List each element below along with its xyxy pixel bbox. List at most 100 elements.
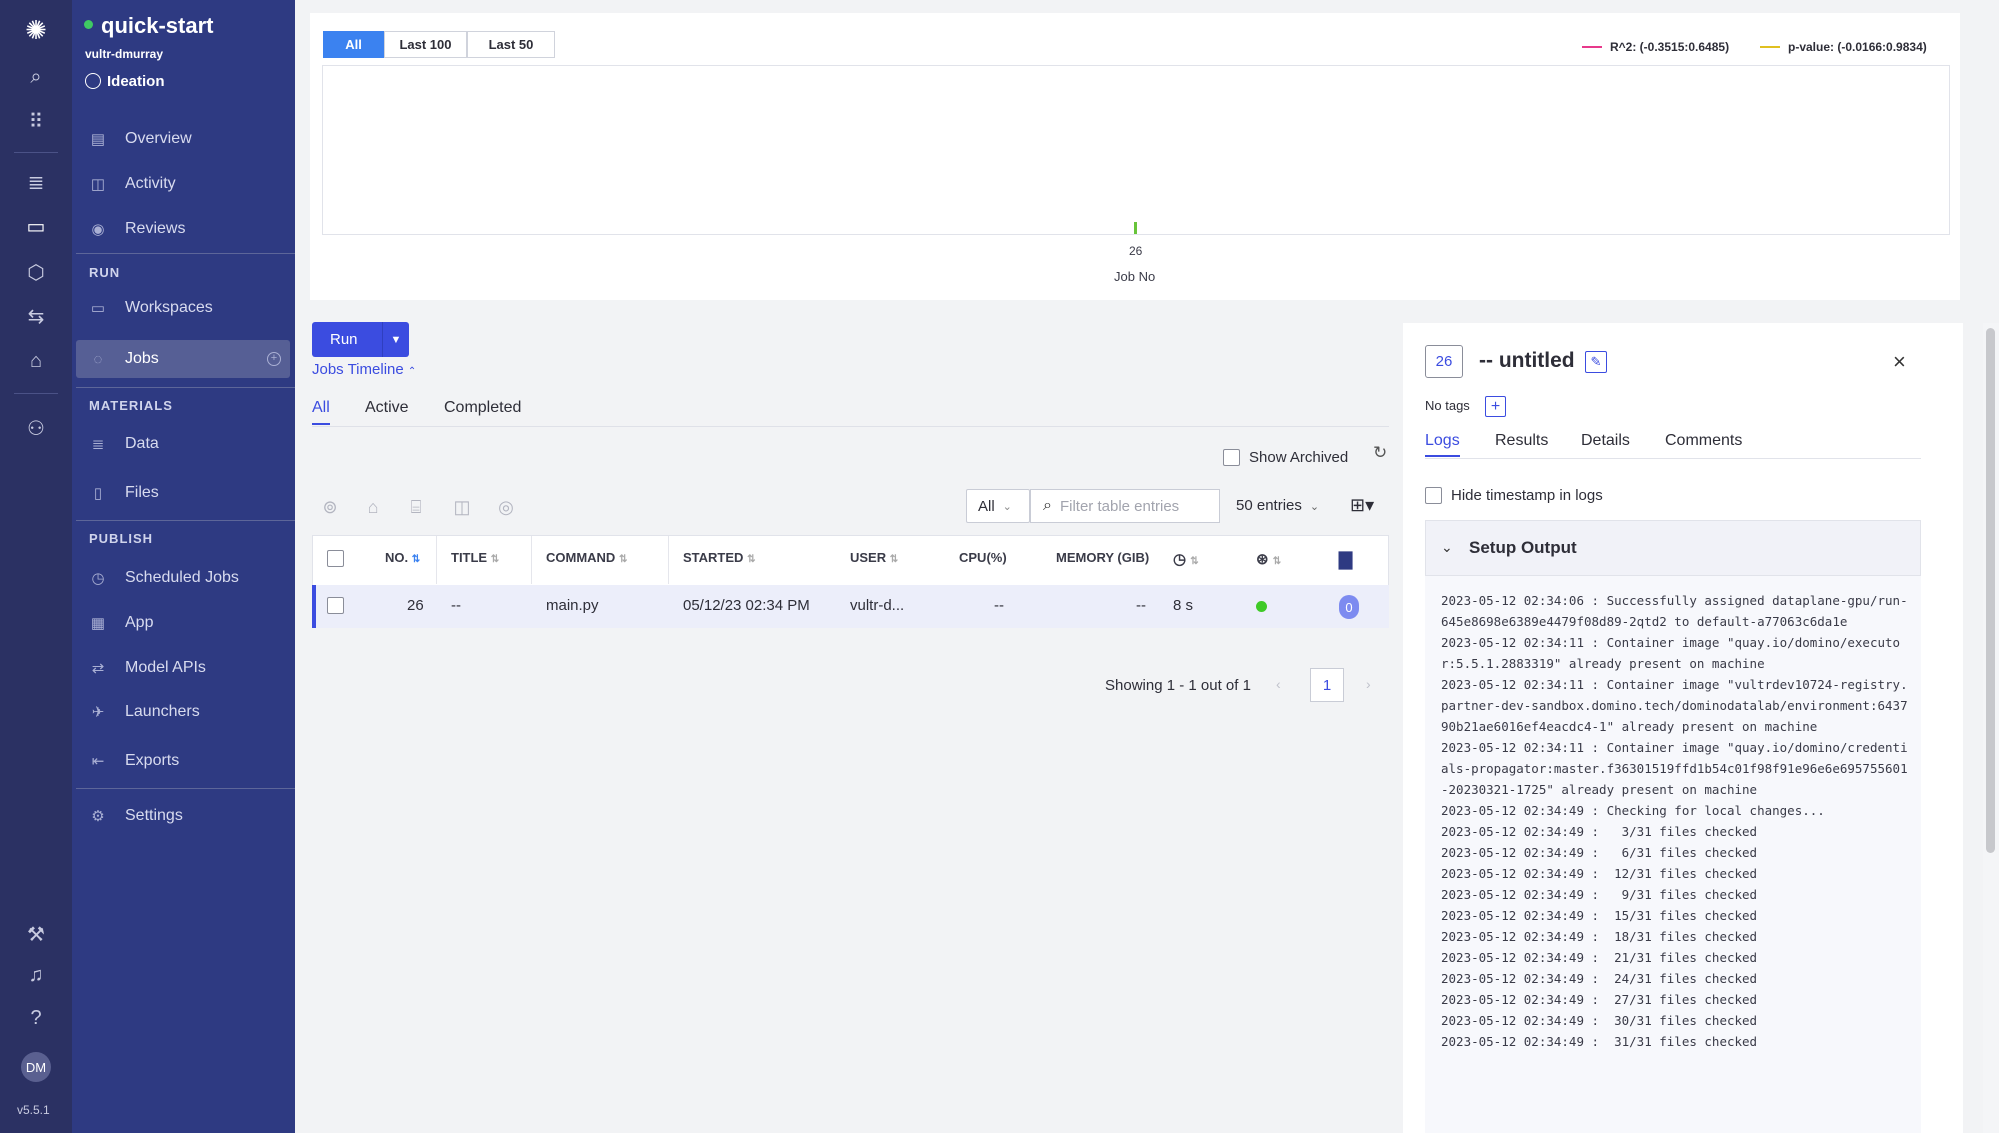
- chevron-down-icon[interactable]: ▼: [383, 334, 409, 346]
- cell-memory: --: [1136, 597, 1146, 614]
- wrench-icon[interactable]: ⚒: [22, 920, 50, 948]
- no-tags-label: No tags: [1425, 398, 1470, 413]
- tab-all[interactable]: All: [312, 399, 330, 417]
- publish-icon[interactable]: ◎: [493, 494, 519, 520]
- range-last-50-button[interactable]: Last 50: [467, 31, 555, 58]
- show-archived-checkbox[interactable]: [1223, 449, 1240, 466]
- comments-count-badge[interactable]: 0: [1339, 595, 1359, 619]
- nav-model-apis[interactable]: ⇄ Model APIs: [72, 648, 295, 688]
- legend-swatch: [1760, 46, 1780, 48]
- cell-command: main.py: [546, 597, 599, 614]
- hide-timestamp-label: Hide timestamp in logs: [1451, 487, 1603, 504]
- cell-no[interactable]: 26: [407, 597, 424, 614]
- chevron-down-icon: ⌄: [1309, 501, 1320, 513]
- cell-title: --: [451, 597, 461, 614]
- column-user[interactable]: USER ⇅: [850, 550, 898, 565]
- tab-logs[interactable]: Logs: [1425, 432, 1460, 450]
- bar-job-26[interactable]: [1134, 222, 1137, 234]
- nav-exports[interactable]: ⇤ Exports: [72, 741, 295, 781]
- x-axis-label: Job No: [1114, 269, 1156, 284]
- column-title[interactable]: TITLE ⇅: [451, 550, 499, 565]
- column-memory[interactable]: MEMORY (GIB): [1056, 550, 1149, 565]
- domino-logo-icon[interactable]: ✺: [22, 15, 50, 45]
- tag-icon[interactable]: ⌂: [360, 494, 386, 520]
- setup-output-title[interactable]: Setup Output: [1469, 538, 1577, 558]
- search-icon[interactable]: ⌕: [22, 63, 50, 91]
- filter-placeholder: Filter table entries: [1059, 497, 1180, 515]
- tab-completed[interactable]: Completed: [444, 399, 521, 417]
- entries-select[interactable]: 50 entries ⌄: [1236, 497, 1319, 514]
- file-icon: ▯: [93, 485, 103, 502]
- tab-results[interactable]: Results: [1495, 432, 1548, 450]
- nav-settings[interactable]: ⚙ Settings: [72, 796, 295, 836]
- add-tag-icon[interactable]: +: [1485, 396, 1506, 417]
- stop-icon[interactable]: ⊚: [317, 494, 343, 520]
- monitor-icon: ▭: [90, 300, 106, 317]
- next-page-icon[interactable]: ›: [1366, 676, 1371, 692]
- help-icon[interactable]: ?: [22, 1004, 50, 1032]
- prev-page-icon[interactable]: ‹: [1276, 676, 1281, 692]
- filter-search-field[interactable]: ⌕ Filter table entries: [1030, 489, 1220, 523]
- refresh-icon[interactable]: ↻: [1373, 443, 1387, 463]
- column-command[interactable]: COMMAND ⇅: [546, 550, 627, 565]
- project-title[interactable]: quick-start: [84, 13, 213, 39]
- page-button[interactable]: 1: [1310, 668, 1344, 702]
- legend-pvalue[interactable]: p-value: (-0.0166:0.9834): [1760, 40, 1927, 54]
- filter-column-select[interactable]: All ⌄: [966, 489, 1030, 523]
- edit-icon[interactable]: ✎: [1585, 351, 1607, 373]
- close-icon[interactable]: ×: [1893, 349, 1906, 375]
- project-stage[interactable]: Ideation: [85, 73, 165, 90]
- nav-launchers[interactable]: ✈ Launchers: [72, 692, 295, 732]
- nav-activity[interactable]: ◫ Activity: [72, 164, 295, 204]
- duration-clock-icon[interactable]: ◷ ⇅: [1173, 550, 1199, 568]
- folder-icon[interactable]: ▭: [22, 212, 50, 240]
- nav-jobs[interactable]: ◌ Jobs +: [76, 340, 290, 378]
- chevron-down-icon[interactable]: ⌄: [1441, 539, 1453, 556]
- comments-icon[interactable]: ▇: [1339, 550, 1352, 570]
- nav-reviews[interactable]: ◉ Reviews: [72, 209, 295, 249]
- transfer-icon[interactable]: ⇆: [22, 302, 50, 330]
- row-checkbox[interactable]: [327, 597, 344, 614]
- columns-icon[interactable]: ⊞▾: [1350, 495, 1374, 516]
- project-owner: vultr-dmurray: [85, 47, 164, 61]
- tab-comments[interactable]: Comments: [1665, 432, 1742, 450]
- compare-icon[interactable]: ◫: [449, 494, 475, 520]
- nav-app[interactable]: ▦ App: [72, 603, 295, 643]
- status-success-icon: [1256, 601, 1267, 612]
- status-icon[interactable]: ⊛ ⇅: [1256, 550, 1281, 568]
- range-last-100-button[interactable]: Last 100: [384, 31, 467, 58]
- column-started[interactable]: STARTED ⇅: [683, 550, 755, 565]
- select-all-checkbox[interactable]: [327, 550, 344, 567]
- tab-active[interactable]: Active: [365, 399, 409, 417]
- cube-icon[interactable]: ⬡: [22, 258, 50, 286]
- eye-icon: ◉: [91, 221, 105, 238]
- archive-icon[interactable]: ⌸: [403, 494, 429, 520]
- run-button[interactable]: Run ▼: [312, 322, 409, 357]
- jobs-timeline-toggle[interactable]: Jobs Timeline ⌃: [312, 361, 416, 378]
- app-icon: ▦: [90, 615, 106, 632]
- status-dot: [84, 19, 93, 29]
- project-sidebar: quick-start vultr-dmurray Ideation ▤ Over…: [72, 0, 295, 1133]
- grid-icon[interactable]: ⠿: [22, 107, 50, 135]
- nav-scheduled-jobs[interactable]: ◷ Scheduled Jobs: [72, 558, 295, 598]
- add-job-icon[interactable]: +: [267, 352, 281, 366]
- legend-r2[interactable]: R^2: (-0.3515:0.6485): [1582, 40, 1729, 54]
- column-cpu[interactable]: CPU(%): [959, 550, 1007, 565]
- jobs-spinner-icon: ◌: [93, 350, 103, 368]
- bell-icon[interactable]: ♫: [22, 961, 50, 989]
- tag-icon[interactable]: ⌂: [22, 347, 50, 375]
- avatar[interactable]: DM: [21, 1052, 51, 1082]
- cell-user: vultr-d...: [850, 597, 905, 614]
- nav-files[interactable]: ▯ Files: [72, 473, 295, 513]
- nav-data[interactable]: ≣ Data: [72, 424, 295, 464]
- column-no[interactable]: NO. ⇅: [385, 550, 420, 565]
- network-icon[interactable]: ⚇: [22, 414, 50, 442]
- range-all-button[interactable]: All: [323, 31, 384, 58]
- legend-swatch: [1582, 46, 1602, 48]
- scrollbar[interactable]: [1986, 328, 1995, 853]
- tab-details[interactable]: Details: [1581, 432, 1630, 450]
- nav-overview[interactable]: ▤ Overview: [72, 119, 295, 159]
- hide-timestamp-checkbox[interactable]: [1425, 487, 1442, 504]
- database-icon[interactable]: ≣: [22, 168, 50, 196]
- nav-workspaces[interactable]: ▭ Workspaces: [72, 288, 295, 328]
